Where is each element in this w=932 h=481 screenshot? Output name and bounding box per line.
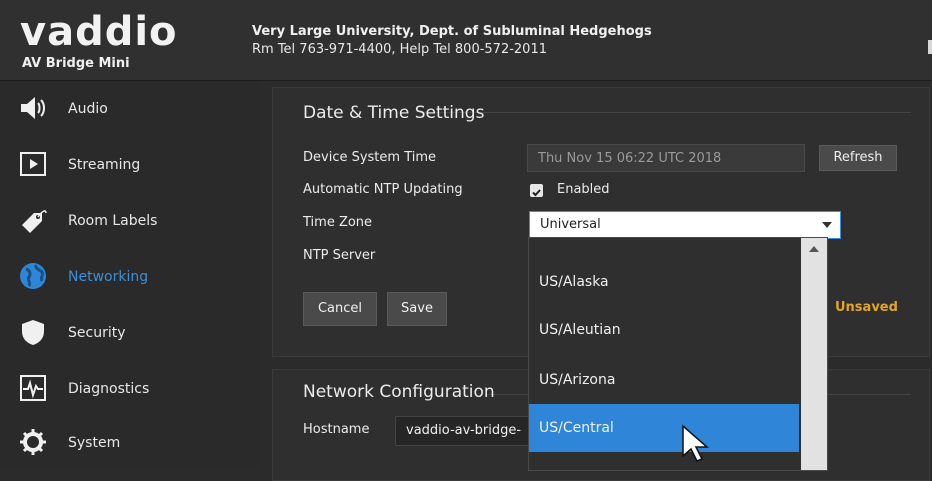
timezone-option-highlighted[interactable]: US/Central [529,404,799,452]
timezone-option[interactable]: US/Aleutian [529,306,799,354]
sidebar-item-label: System [68,435,121,451]
phone-numbers: Rm Tel 763-971-4400, Help Tel 800-572-20… [252,42,547,57]
ntp-enabled-label: Enabled [557,182,610,197]
save-button[interactable]: Save [387,292,447,326]
ntp-server-label: NTP Server [303,248,376,263]
header-edge-marker [928,40,932,54]
shield-icon [22,320,44,345]
gear-icon [20,429,46,455]
speaker-icon [21,97,45,119]
checkmark-icon [532,189,541,197]
product-name: AV Bridge Mini [22,56,130,71]
sidebar: Audio Streaming Room Labels Networking S… [0,81,258,469]
hostname-input[interactable]: vaddio-av-bridge- [395,416,535,446]
timezone-option[interactable]: US/Alaska [529,258,799,306]
dropdown-scrollbar[interactable] [801,238,827,470]
chevron-down-icon [822,222,832,228]
datetime-title: Date & Time Settings [303,103,485,123]
vaddio-logo: vaddio [20,9,178,55]
unsaved-status: Unsaved [835,300,898,315]
sidebar-item-label: Audio [68,101,108,117]
tag-icon [22,210,47,233]
sidebar-item-label: Networking [68,269,149,285]
scroll-up-icon[interactable] [809,246,819,252]
mouse-cursor-icon [682,424,709,462]
ntp-enabled-checkbox[interactable] [530,184,543,197]
network-title: Network Configuration [303,382,495,402]
sidebar-item-label: Room Labels [68,213,158,229]
organization-name: Very Large University, Dept. of Sublumin… [252,24,652,39]
play-icon [20,152,46,176]
refresh-button[interactable]: Refresh [819,145,897,171]
cancel-button[interactable]: Cancel [303,292,377,326]
app-header: vaddio AV Bridge Mini Very Large Univers… [0,0,932,81]
timezone-value: Universal [540,217,601,232]
hostname-label: Hostname [303,422,370,437]
timezone-select[interactable]: Universal [529,211,841,239]
sidebar-item-label: Security [68,325,126,341]
timezone-label: Time Zone [303,215,373,230]
globe-icon [20,263,46,289]
sidebar-item-security[interactable]: Security [0,305,258,359]
sidebar-item-streaming[interactable]: Streaming [0,137,258,191]
system-time-label: Device System Time [303,150,437,165]
ntp-updating-label: Automatic NTP Updating [303,182,463,197]
timezone-dropdown-list: US/Alaska US/Aleutian US/Arizona US/Cent… [528,237,828,471]
timezone-option[interactable]: US/Arizona [529,356,799,404]
sidebar-item-networking[interactable]: Networking [0,249,258,303]
sidebar-item-label: Streaming [68,157,141,173]
fieldset-border [423,112,911,113]
sidebar-item-label: Diagnostics [68,381,150,397]
pulse-icon [20,375,46,401]
sidebar-item-room-labels[interactable]: Room Labels [0,193,258,247]
sidebar-item-audio[interactable]: Audio [0,81,258,135]
system-time-field: Thu Nov 15 06:22 UTC 2018 [527,144,805,172]
sidebar-item-diagnostics[interactable]: Diagnostics [0,361,258,415]
sidebar-item-system[interactable]: System [0,415,258,469]
